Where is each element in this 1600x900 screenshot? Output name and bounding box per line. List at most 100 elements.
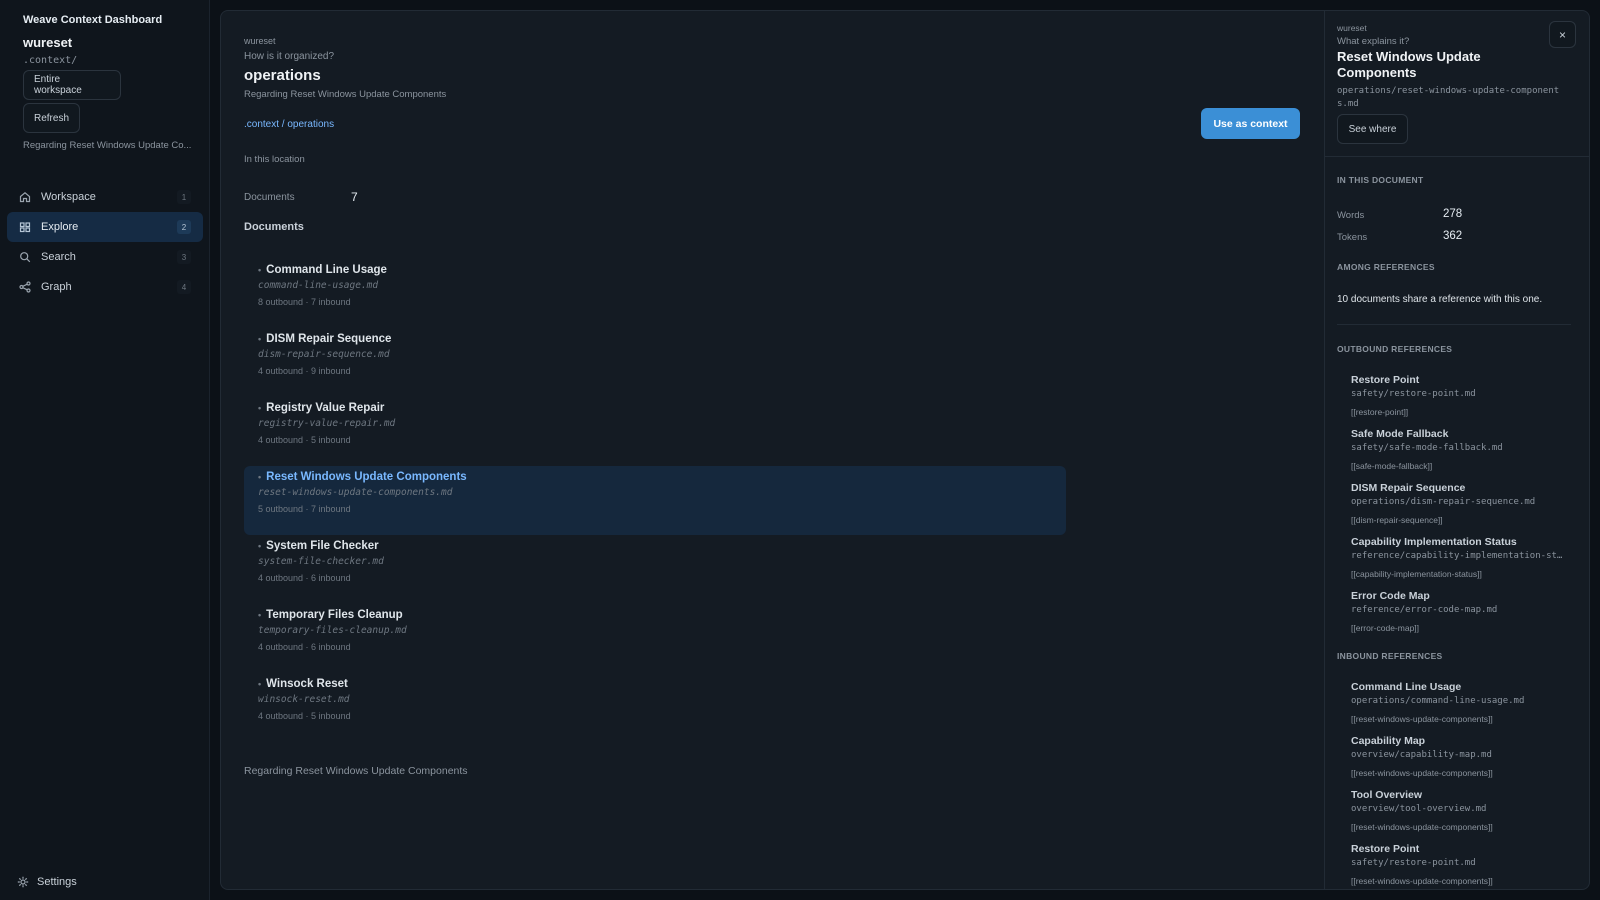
document-link-counts: 4 outbound · 9 inbound: [258, 366, 351, 376]
nav-shortcut-badge: 3: [177, 250, 191, 264]
document-filename: command-line-usage.md: [258, 280, 379, 291]
detail-title: Reset Windows Update Components: [1337, 49, 1481, 80]
current-context-text: Regarding Reset Windows Update Co...: [23, 140, 192, 151]
words-value: 278: [1443, 208, 1463, 220]
document-title: • Command Line Usage: [258, 264, 1052, 276]
bullet-icon: •: [258, 265, 262, 275]
document-title: • DISM Repair Sequence: [258, 333, 1052, 345]
documents-count-value: 7: [351, 190, 358, 204]
document-link-counts: 4 outbound · 6 inbound: [258, 573, 351, 583]
detail-kicker: wureset: [1337, 23, 1367, 33]
tokens-value: 362: [1443, 230, 1463, 242]
breadcrumb-current[interactable]: operations: [287, 119, 334, 130]
reference-wikilink: [[safe-mode-fallback]]: [1351, 461, 1433, 471]
document-list-item[interactable]: • Reset Windows Update Components reset-wi…: [244, 466, 1066, 535]
reference-path: operations/command-line-usage.md: [1351, 696, 1525, 706]
detail-path: operations/reset-windows-update-componen…: [1337, 86, 1560, 109]
detail-panel: wureset What explains it? Reset Windows …: [1324, 10, 1590, 890]
reference-title[interactable]: DISM Repair Sequence: [1351, 482, 1565, 494]
breadcrumb-root[interactable]: .context: [244, 119, 279, 130]
reference-path: safety/restore-point.md: [1351, 389, 1476, 399]
tokens-label: Tokens: [1337, 232, 1368, 243]
panel-footer: Regarding Reset Windows Update Component…: [244, 765, 468, 777]
page-title: operations: [244, 67, 321, 84]
reference-title[interactable]: Restore Point: [1351, 374, 1565, 386]
reference-path: safety/restore-point.md: [1351, 858, 1476, 868]
nav-item-workspace[interactable]: Workspace 1: [7, 182, 203, 212]
bullet-icon: •: [258, 679, 262, 689]
inbound-reference-item[interactable]: Restore Point safety/restore-point.md [[re…: [1351, 843, 1565, 889]
nav-item-graph[interactable]: Graph 4: [7, 272, 203, 302]
bullet-icon: •: [258, 541, 262, 551]
document-list-item[interactable]: • Command Line Usage command-line-usage.md…: [244, 259, 1066, 328]
document-list-item[interactable]: • Winsock Reset winsock-reset.md 4 outbound…: [244, 673, 1066, 742]
document-list-item[interactable]: • System File Checker system-file-checker.…: [244, 535, 1066, 604]
search-icon: [17, 249, 33, 265]
document-title-text: Registry Value Repair: [266, 402, 385, 414]
reference-wikilink: [[reset-windows-update-components]]: [1351, 822, 1493, 832]
reference-wikilink: [[dism-repair-sequence]]: [1351, 515, 1443, 525]
outbound-reference-item[interactable]: Restore Point safety/restore-point.md [[re…: [1351, 374, 1565, 428]
document-title: • Registry Value Repair: [258, 402, 1052, 414]
words-label: Words: [1337, 210, 1365, 221]
outbound-reference-item[interactable]: DISM Repair Sequence operations/dism-repa…: [1351, 482, 1565, 536]
reference-path: reference/error-code-map.md: [1351, 605, 1498, 615]
entire-workspace-button[interactable]: Entire workspace: [23, 70, 121, 100]
document-link-counts: 8 outbound · 7 inbound: [258, 297, 351, 307]
reference-title[interactable]: Error Code Map: [1351, 590, 1565, 602]
panel-question: How is it organized?: [244, 51, 335, 62]
outbound-reference-item[interactable]: Capability Implementation Status referenc…: [1351, 536, 1565, 590]
documents-heading: Documents: [244, 221, 304, 233]
breadcrumb: .context / operations: [244, 119, 334, 130]
outbound-references-list: Restore Point safety/restore-point.md [[re…: [1351, 374, 1565, 644]
reference-title[interactable]: Restore Point: [1351, 843, 1565, 855]
outbound-reference-item[interactable]: Safe Mode Fallback safety/safe-mode-fallb…: [1351, 428, 1565, 482]
document-title: • Reset Windows Update Components: [258, 471, 1052, 483]
inbound-references-list: Command Line Usage operations/command-lin…: [1351, 681, 1565, 889]
inbound-reference-item[interactable]: Command Line Usage operations/command-lin…: [1351, 681, 1565, 735]
page-subtitle: Regarding Reset Windows Update Component…: [244, 89, 447, 100]
workspace-path: .context/: [23, 55, 78, 66]
in-location-label: In this location: [244, 154, 305, 165]
see-where-button[interactable]: See where: [1337, 114, 1408, 144]
document-list-item[interactable]: • Registry Value Repair registry-value-rep…: [244, 397, 1066, 466]
gear-icon: [17, 876, 29, 888]
inbound-reference-item[interactable]: Tool Overview overview/tool-overview.md [[…: [1351, 789, 1565, 843]
graph-icon: [17, 279, 33, 295]
nav-label: Graph: [41, 281, 72, 293]
reference-title[interactable]: Command Line Usage: [1351, 681, 1565, 693]
close-icon[interactable]: ×: [1549, 21, 1576, 48]
inbound-references-heading: INBOUND REFERENCES: [1337, 651, 1443, 661]
outbound-reference-item[interactable]: Error Code Map reference/error-code-map.m…: [1351, 590, 1565, 644]
document-filename: reset-windows-update-components.md: [258, 487, 453, 498]
refresh-button[interactable]: Refresh: [23, 103, 80, 133]
workspace-kicker: wureset: [244, 36, 276, 46]
use-as-context-button[interactable]: Use as context: [1201, 108, 1300, 139]
reference-title[interactable]: Tool Overview: [1351, 789, 1565, 801]
explore-panel: wureset How is it organized? operations …: [220, 10, 1324, 890]
inbound-reference-item[interactable]: Capability Map overview/capability-map.md…: [1351, 735, 1565, 789]
reference-wikilink: [[reset-windows-update-components]]: [1351, 768, 1493, 778]
reference-wikilink: [[restore-point]]: [1351, 407, 1409, 417]
document-title: • Temporary Files Cleanup: [258, 609, 1052, 621]
reference-wikilink: [[capability-implementation-status]]: [1351, 569, 1482, 579]
bullet-icon: •: [258, 610, 262, 620]
document-list-item[interactable]: • Temporary Files Cleanup temporary-files-…: [244, 604, 1066, 673]
reference-title[interactable]: Capability Implementation Status: [1351, 536, 1565, 548]
document-title-text: Winsock Reset: [266, 678, 348, 690]
nav-item-explore[interactable]: Explore 2: [7, 212, 203, 242]
document-title-text: Reset Windows Update Components: [266, 471, 467, 483]
settings-label: Settings: [37, 876, 77, 888]
document-link-counts: 4 outbound · 5 inbound: [258, 711, 351, 721]
nav-item-search[interactable]: Search 3: [7, 242, 203, 272]
nav-label: Explore: [41, 221, 79, 233]
workspace-name: wureset: [23, 35, 73, 50]
document-link-counts: 4 outbound · 6 inbound: [258, 642, 351, 652]
document-list-item[interactable]: • DISM Repair Sequence dism-repair-sequenc…: [244, 328, 1066, 397]
reference-title[interactable]: Safe Mode Fallback: [1351, 428, 1565, 440]
reference-title[interactable]: Capability Map: [1351, 735, 1565, 747]
nav-shortcut-badge: 1: [177, 190, 191, 204]
reference-wikilink: [[reset-windows-update-components]]: [1351, 876, 1493, 886]
grid-icon: [17, 219, 33, 235]
settings-button[interactable]: Settings: [17, 876, 77, 888]
